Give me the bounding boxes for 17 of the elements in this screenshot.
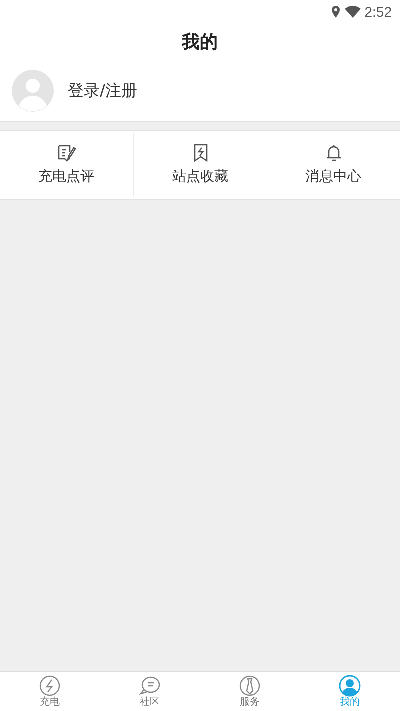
wifi-icon (344, 6, 361, 18)
nav-tab[interactable]: 充电 (0, 672, 100, 711)
person-icon (339, 674, 361, 696)
bolt-icon (39, 674, 61, 696)
page-title: 我的 (182, 30, 218, 54)
shortcut-button[interactable]: 站点收藏 (134, 133, 267, 197)
avatar-icon (12, 70, 54, 112)
note-pencil-icon (56, 142, 76, 162)
login-link[interactable]: 登录/注册 (68, 78, 138, 102)
shortcut-button[interactable]: 充电点评 (0, 133, 134, 197)
shortcut-button[interactable]: 消息中心 (267, 133, 400, 197)
chat-bubble-icon (139, 674, 161, 696)
nav-tab[interactable]: 社区 (100, 672, 200, 711)
status-time: 2:52 (364, 2, 392, 22)
location-pin-icon (330, 6, 341, 18)
nav-tab[interactable]: 服务 (200, 672, 300, 711)
necktie-icon (239, 674, 261, 696)
